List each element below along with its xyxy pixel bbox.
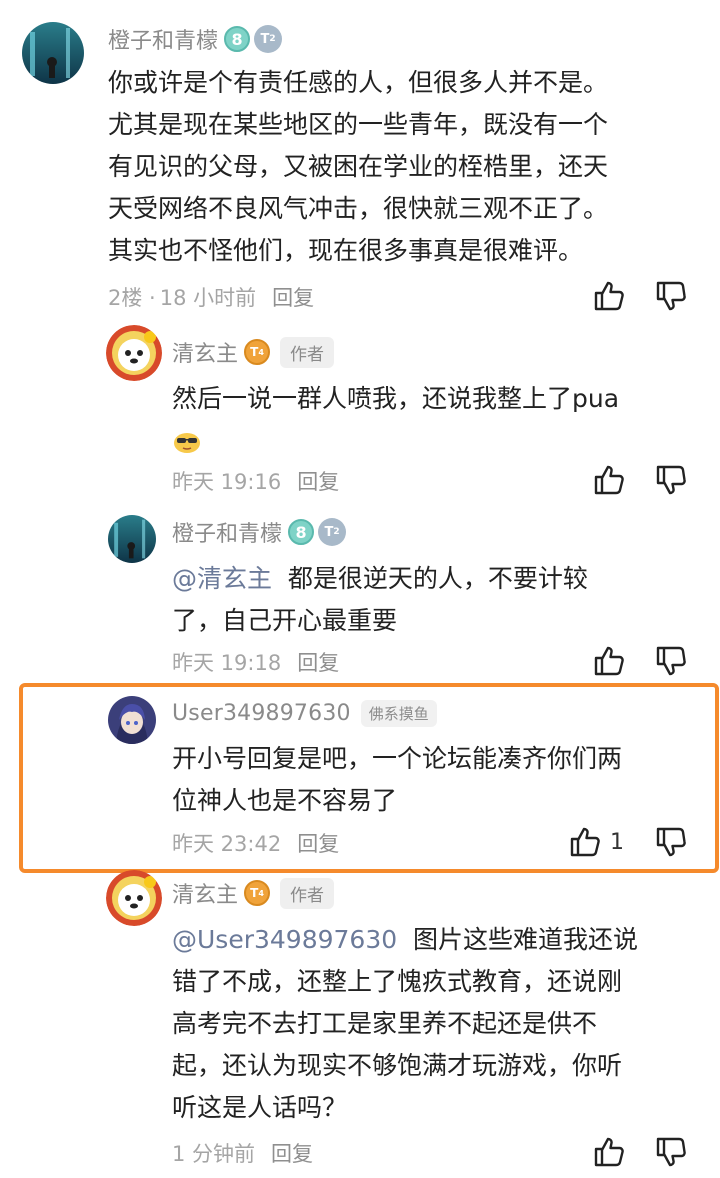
comment-line: 开小号回复是吧，一个论坛能凑齐你们两 [172,744,623,773]
comment-line: 尤其是现在某些地区的一些青年，既没有一个 [108,110,609,139]
author-tag: 作者 [280,877,335,909]
meta-row: 昨天 23:42 回复 [172,828,339,858]
thumbs-up-icon[interactable] [592,278,626,314]
comment-line: 其实也不怪他们，现在很多事真是很难评。 [108,236,584,265]
comment-line: 你或许是个有责任感的人，但很多人并不是。 [108,68,609,97]
meta-row: 1 分钟前 回复 [172,1138,313,1168]
meta-row: 昨天 19:16 回复 [172,466,339,496]
timestamp: 昨天 23:42 [172,832,282,856]
vote-actions [592,1134,688,1170]
timestamp: 18 小时前 [159,286,257,310]
comment-line: 起，还认为现实不够饱满才玩游戏，你听 [172,1051,623,1080]
tier-badge-icon: T2 [318,518,347,546]
group-tag: 佛系摸鱼 [360,699,437,727]
thumbs-down-icon[interactable] [654,278,688,314]
avatar[interactable] [22,22,84,84]
thumbs-down-icon[interactable] [654,824,688,860]
comment-line: 高考完不去打工是家里养不起还是供不 [172,1009,598,1038]
meta-row: 2楼 · 18 小时前 回复 [108,282,314,312]
thumbs-down-icon[interactable] [654,1134,688,1170]
comment-line-text: 都是很逆天的人，不要计较 [287,564,588,593]
thumbs-up-icon[interactable] [592,1134,626,1170]
comment-line: 听这是人话吗？ [172,1093,348,1122]
reply-button[interactable]: 回复 [297,828,339,858]
level-badge-icon: T4 [244,339,271,365]
name-row: 清玄主 T4 作者 [172,876,335,910]
vote-actions [592,643,688,679]
meta-row: 昨天 19:18 回复 [172,647,339,677]
comment-text: 开小号回复是吧，一个论坛能凑齐你们两 位神人也是不容易了 [172,738,692,822]
mention-link[interactable]: @User349897630 [172,925,397,954]
avatar[interactable] [106,325,162,381]
comment-line: 天受网络不良风气冲击，很快就三观不正了。 [108,194,609,223]
vote-actions [592,278,688,314]
level-badge-icon: T4 [244,880,271,906]
tier-badge-icon: T2 [254,25,283,53]
vote-actions: 1 [568,824,688,860]
username[interactable]: 橙子和青檬 [108,23,218,55]
comment-text: 你或许是个有责任感的人，但很多人并不是。 尤其是现在某些地区的一些青年，既没有一… [108,62,688,272]
like-count: 1 [610,829,624,855]
level-badge-icon: 8 [224,26,251,52]
reply-button[interactable]: 回复 [297,466,339,496]
name-row: User349897630 佛系摸鱼 [172,696,437,730]
comment-line: 有见识的父母，又被困在学业的桎梏里，还天 [108,152,609,181]
username[interactable]: 橙子和青檬 [172,516,282,548]
timestamp: 1 分钟前 [172,1142,256,1166]
username[interactable]: 清玄主 [172,877,238,909]
comment-text: @清玄主 都是很逆天的人，不要计较 了，自己开心最重要 [172,558,682,642]
author-tag: 作者 [280,336,335,368]
avatar[interactable] [108,696,156,744]
thumbs-up-icon[interactable] [592,643,626,679]
floor-number: 2楼 · [108,286,156,310]
sunglasses-emoji-icon [172,420,682,462]
comment-line-text: 图片这些难道我还说 [413,925,639,954]
reply-button[interactable]: 回复 [272,282,314,312]
thumbs-down-icon[interactable] [654,462,688,498]
comment-text: @User349897630 图片这些难道我还说 错了不成，还整上了愧疚式教育，… [172,919,692,1129]
reply-button[interactable]: 回复 [297,647,339,677]
timestamp: 昨天 19:18 [172,651,282,675]
avatar[interactable] [108,515,156,563]
comment-line: 了，自己开心最重要 [172,606,398,635]
avatar[interactable] [106,870,162,926]
thumbs-up-icon[interactable]: 1 [568,824,624,860]
vote-actions [592,462,688,498]
level-badge-icon: 8 [288,519,315,545]
name-row: 橙子和青檬 8 T2 [172,515,347,549]
thumbs-down-icon[interactable] [654,643,688,679]
reply-button[interactable]: 回复 [271,1138,313,1168]
username[interactable]: 清玄主 [172,336,238,368]
comment-line: 然后一说一群人喷我，还说我整上了pua [172,384,620,413]
name-row: 清玄主 T4 作者 [172,335,335,369]
mention-link[interactable]: @清玄主 [172,564,272,593]
username[interactable]: User349897630 [172,701,351,726]
comment-line: 位神人也是不容易了 [172,786,398,815]
comment-line: @User349897630 图片这些难道我还说 [172,919,692,961]
comment-line: 错了不成，还整上了愧疚式教育，还说刚 [172,967,623,996]
comment-line: @清玄主 都是很逆天的人，不要计较 [172,558,682,600]
name-row: 橙子和青檬 8 T2 [108,22,283,56]
comment-text: 然后一说一群人喷我，还说我整上了pua [172,378,682,462]
thumbs-up-icon[interactable] [592,462,626,498]
timestamp: 昨天 19:16 [172,470,282,494]
